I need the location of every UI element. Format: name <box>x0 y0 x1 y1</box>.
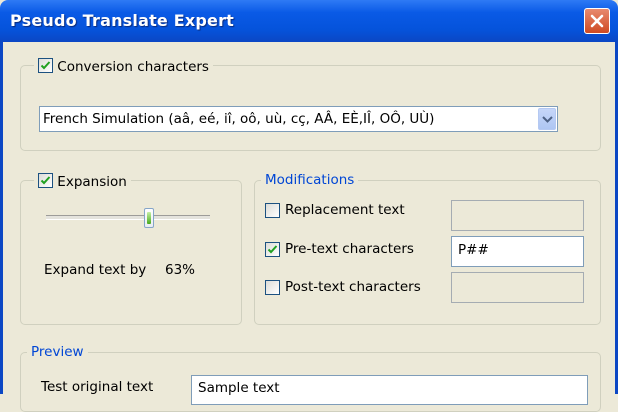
conversion-legend: Conversion characters <box>34 58 213 75</box>
expansion-checkbox[interactable] <box>38 173 53 188</box>
expansion-slider-track[interactable] <box>46 215 210 220</box>
pretext-label: Pre-text characters <box>285 241 414 257</box>
chevron-down-icon <box>542 116 553 123</box>
expand-text-label: Expand text by <box>44 262 147 278</box>
expansion-label: Expansion <box>57 174 127 190</box>
preview-title: Preview <box>27 344 88 360</box>
posttext-checkbox[interactable] <box>265 280 280 295</box>
posttext-field[interactable] <box>451 272 584 303</box>
checkmark-icon <box>40 176 51 185</box>
replacement-checkbox[interactable] <box>265 203 280 218</box>
replacement-field[interactable] <box>451 200 584 231</box>
checkmark-icon <box>267 245 278 254</box>
dropdown-button[interactable] <box>538 108 556 130</box>
pretext-checkbox[interactable] <box>265 242 280 257</box>
window-title: Pseudo Translate Expert <box>10 11 235 30</box>
original-text-label: Test original text <box>41 379 154 395</box>
pretext-value: P## <box>458 242 489 258</box>
close-button[interactable] <box>584 8 610 34</box>
original-text-field[interactable]: Sample text <box>191 375 588 405</box>
modifications-title: Modifications <box>261 172 359 188</box>
posttext-label: Post-text characters <box>285 279 421 295</box>
checkmark-icon <box>40 61 51 70</box>
expansion-group <box>20 180 242 325</box>
conversion-select-value: French Simulation (aâ, eé, iî, oô, uù, c… <box>43 111 435 127</box>
conversion-label: Conversion characters <box>57 59 209 75</box>
expand-text-value: 63% <box>165 262 196 278</box>
expansion-legend: Expansion <box>34 173 131 190</box>
conversion-select[interactable]: French Simulation (aâ, eé, iî, oô, uù, c… <box>39 106 558 132</box>
pretext-field[interactable]: P## <box>451 236 584 267</box>
expansion-slider-thumb[interactable] <box>144 208 154 228</box>
title-bar: Pseudo Translate Expert <box>0 0 618 42</box>
close-icon <box>590 14 604 28</box>
conversion-checkbox[interactable] <box>38 58 53 73</box>
replacement-label: Replacement text <box>285 202 405 218</box>
